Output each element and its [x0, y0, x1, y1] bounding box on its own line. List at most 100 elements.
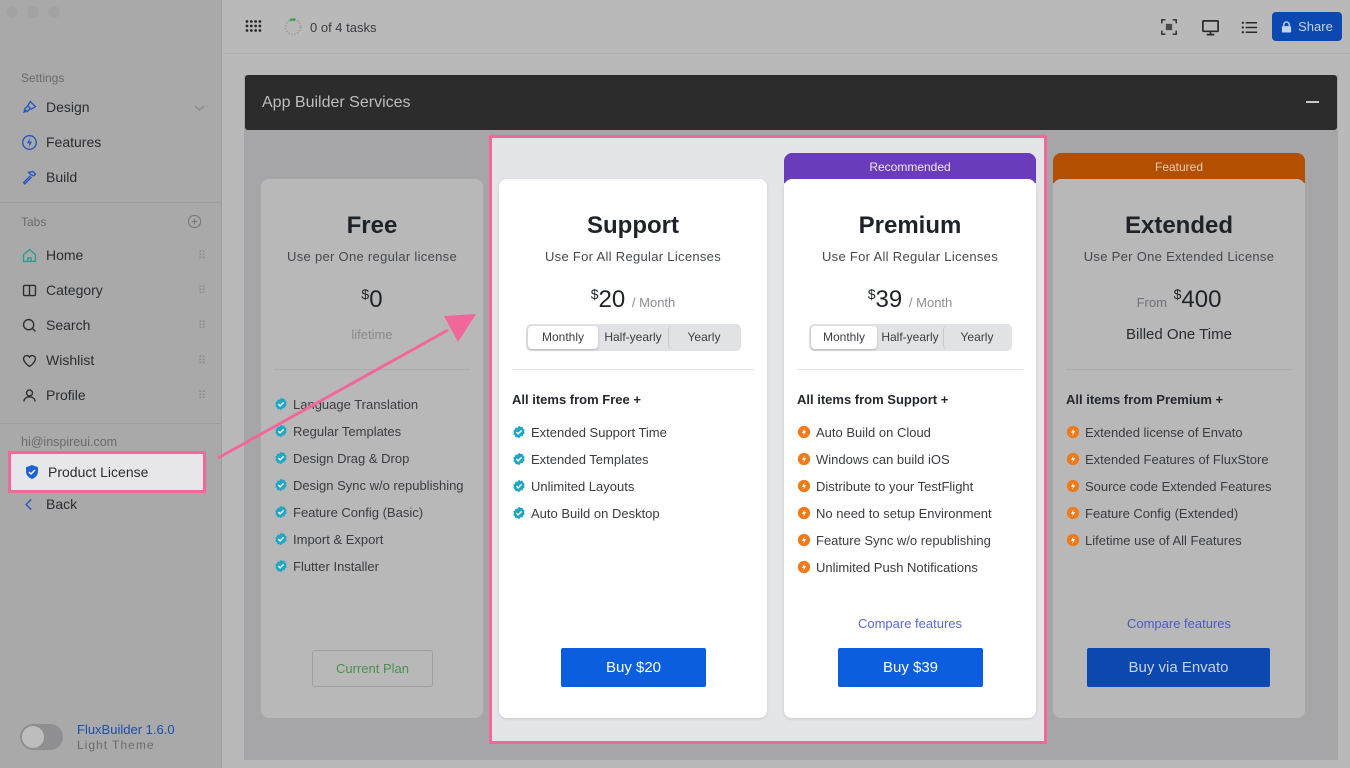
list-icon[interactable] — [1238, 16, 1260, 38]
feature-item: Language Translation — [274, 397, 464, 424]
current-plan-button[interactable]: Current Plan — [312, 650, 433, 687]
sidebar-item-product-license[interactable]: Product License — [8, 451, 206, 493]
compare-features-link[interactable]: Compare features — [1053, 616, 1305, 631]
plan-price: From $400 — [1136, 286, 1222, 313]
search-icon — [20, 316, 38, 334]
feature-text: Auto Build on Desktop — [531, 506, 660, 521]
home-icon — [20, 246, 38, 264]
buy-via-envato-button[interactable]: Buy via Envato — [1087, 648, 1270, 687]
feature-item: Extended license of Envato — [1066, 425, 1271, 452]
bolt-badge-icon — [797, 425, 811, 439]
billing-option-yearly[interactable]: Yearly — [943, 326, 1010, 349]
apps-grid-icon[interactable] — [245, 19, 262, 36]
sidebar-tab-wishlist[interactable]: Wishlist ⠿ — [20, 348, 206, 372]
sidebar-tab-home[interactable]: Home ⠿ — [20, 243, 206, 267]
drag-handle-icon[interactable]: ⠿ — [198, 319, 206, 332]
feature-text: Unlimited Layouts — [531, 479, 635, 494]
qr-scan-icon[interactable] — [1158, 16, 1180, 38]
divider — [274, 369, 470, 370]
hammer-icon — [20, 168, 38, 186]
feature-text: Flutter Installer — [293, 559, 379, 574]
panel-title: App Builder Services — [262, 94, 411, 111]
sidebar-item-label: Design — [46, 99, 90, 115]
sidebar-item-build[interactable]: Build — [20, 165, 205, 189]
feature-item: Regular Templates — [274, 424, 464, 451]
plan-name: Free — [346, 212, 398, 239]
verified-check-icon — [275, 424, 287, 438]
feature-item: Extended Templates — [512, 452, 667, 479]
billing-option-half-yearly[interactable]: Half-yearly — [877, 326, 943, 349]
billing-option-yearly[interactable]: Yearly — [668, 326, 739, 349]
back-button[interactable]: Back — [20, 492, 205, 516]
billing-note: Billed One Time — [1126, 326, 1232, 343]
feature-heading: All items from Free + — [512, 392, 641, 407]
feature-item: Windows can build iOS — [797, 452, 992, 479]
bolt-badge-icon — [1066, 506, 1080, 520]
buy-support-button[interactable]: Buy $20 — [561, 648, 706, 687]
plan-card-free: Free Use per One regular license $0 life… — [261, 179, 483, 718]
bolt-badge-icon — [797, 533, 811, 547]
feature-text: Unlimited Push Notifications — [816, 560, 978, 575]
desktop-preview-icon[interactable] — [1199, 16, 1221, 38]
app-version: FluxBuilder 1.6.0 — [77, 722, 175, 737]
window-controls — [6, 6, 60, 18]
plan-price: $0 — [361, 286, 383, 313]
sidebar-item-design[interactable]: Design — [20, 95, 205, 119]
feature-item: Feature Config (Basic) — [274, 505, 464, 532]
feature-text: Lifetime use of All Features — [1085, 533, 1242, 548]
feature-text: Feature Sync w/o republishing — [816, 533, 991, 548]
feature-list: Extended license of Envato Extended Featu… — [1066, 425, 1271, 560]
plan-name: Premium — [858, 212, 962, 239]
drag-handle-icon[interactable]: ⠿ — [198, 389, 206, 402]
billing-option-monthly[interactable]: Monthly — [528, 326, 598, 349]
feature-text: Feature Config (Extended) — [1085, 506, 1239, 521]
feature-heading: All items from Support + — [797, 392, 949, 407]
feature-text: Feature Config (Basic) — [293, 505, 424, 520]
tab-label: Profile — [46, 387, 86, 403]
feature-list: Language Translation Regular Templates Des… — [274, 397, 464, 586]
bolt-badge-icon — [1066, 425, 1080, 439]
billing-option-monthly[interactable]: Monthly — [811, 326, 877, 349]
verified-check-icon — [275, 505, 287, 519]
sidebar-tab-profile[interactable]: Profile ⠿ — [20, 383, 206, 407]
feature-item: Source code Extended Features — [1066, 479, 1271, 506]
bolt-badge-icon — [797, 452, 811, 466]
compare-features-link[interactable]: Compare features — [784, 616, 1036, 631]
feature-text: Extended license of Envato — [1085, 425, 1243, 440]
minimize-window-button[interactable] — [27, 6, 39, 18]
sidebar-item-label: Features — [46, 134, 102, 150]
billing-option-half-yearly[interactable]: Half-yearly — [598, 326, 668, 349]
heart-icon — [20, 351, 38, 369]
feature-text: Auto Build on Cloud — [816, 425, 931, 440]
plan-subtitle: Use per One regular license — [287, 249, 457, 264]
theme-toggle[interactable] — [20, 724, 63, 750]
drag-handle-icon[interactable]: ⠿ — [198, 284, 206, 297]
sidebar-tab-category[interactable]: Category ⠿ — [20, 278, 206, 302]
drag-handle-icon[interactable]: ⠿ — [198, 354, 206, 367]
columns-icon — [20, 281, 38, 299]
feature-text: Regular Templates — [293, 424, 402, 439]
sidebar-tab-search[interactable]: Search ⠿ — [20, 313, 206, 337]
bolt-badge-icon — [1066, 452, 1080, 466]
close-window-button[interactable] — [6, 6, 18, 18]
bolt-circle-icon — [20, 133, 38, 151]
feature-item: Feature Config (Extended) — [1066, 506, 1271, 533]
buy-premium-button[interactable]: Buy $39 — [838, 648, 983, 687]
verified-check-icon — [513, 506, 525, 520]
sidebar-item-features[interactable]: Features — [20, 130, 205, 154]
tasks-progress[interactable]: 0 of 4 tasks — [283, 17, 376, 37]
feature-item: Design Drag & Drop — [274, 451, 464, 478]
theme-switcher: FluxBuilder 1.6.0 Light Theme — [20, 722, 175, 752]
collapse-icon[interactable] — [1306, 101, 1319, 103]
feature-text: Source code Extended Features — [1085, 479, 1272, 494]
tab-label: Home — [46, 247, 84, 263]
chevron-down-icon[interactable] — [194, 99, 205, 115]
drag-handle-icon[interactable]: ⠿ — [198, 249, 206, 262]
maximize-window-button[interactable] — [48, 6, 60, 18]
share-button[interactable]: Share — [1272, 12, 1342, 41]
bolt-badge-icon — [797, 479, 811, 493]
shield-check-icon — [26, 465, 38, 479]
divider — [797, 369, 1023, 370]
verified-check-icon — [513, 479, 525, 493]
add-tab-icon[interactable] — [187, 214, 202, 229]
